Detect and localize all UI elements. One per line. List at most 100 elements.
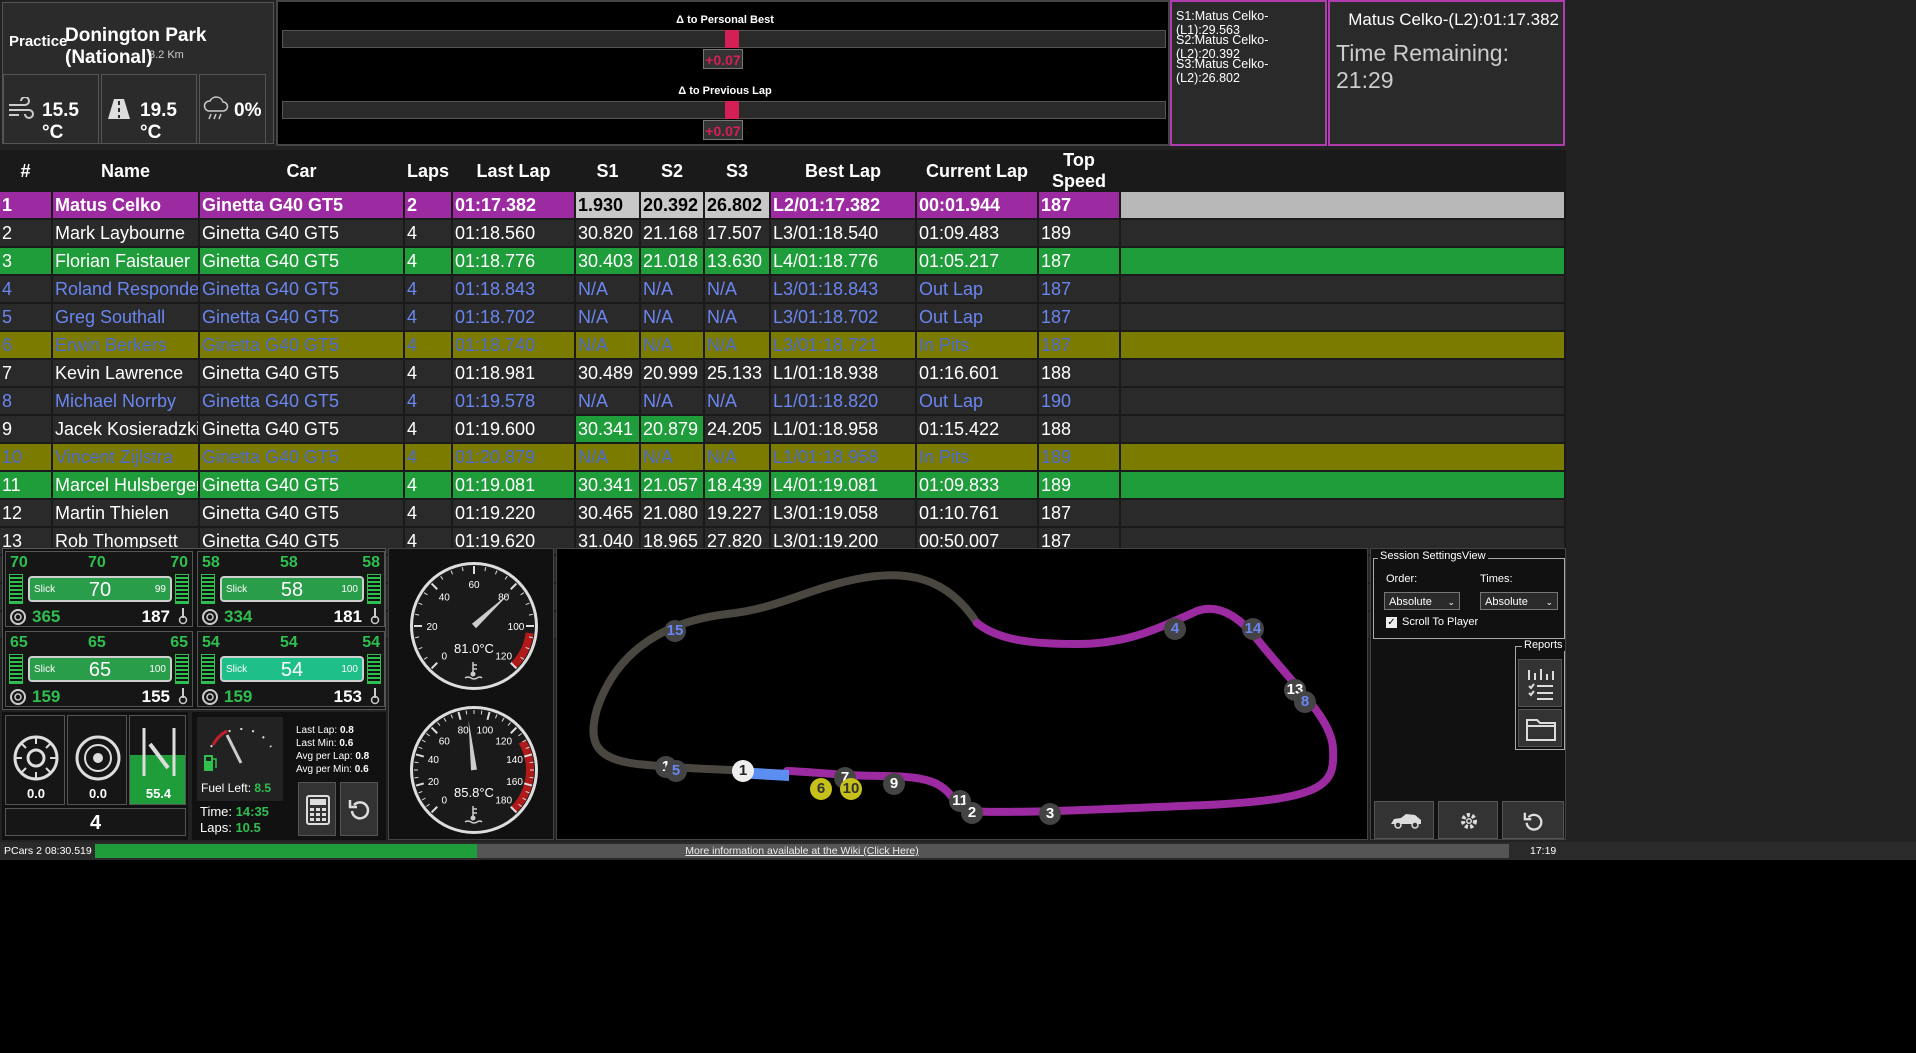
table-row[interactable]: 9 Jacek Kosieradzki Ginetta G40 GT5 4 01:19.… [0, 415, 1566, 444]
table-row[interactable]: 7 Kevin Lawrence Ginetta G40 GT5 4 01:18.981… [0, 359, 1566, 388]
column-header[interactable]: S3 [704, 150, 771, 192]
table-cell: 189 [1038, 471, 1121, 500]
table-cell: N/A [575, 331, 641, 360]
column-header[interactable]: Last Lap [452, 150, 576, 192]
bottom-filler [0, 860, 1916, 1053]
column-header[interactable]: # [0, 150, 53, 192]
reset-button[interactable] [1502, 801, 1564, 839]
fuel-avg-min-value: 0.6 [354, 764, 369, 775]
column-header[interactable]: Current Lap [916, 150, 1039, 192]
gauge-tick-label: 20 [426, 622, 438, 633]
fuel-avg-lap-label: Avg per Lap: [296, 751, 353, 762]
table-row[interactable]: 6 Erwin Berkers Ginetta G40 GT5 4 01:18.740 N… [0, 331, 1566, 360]
table-cell: 01:16.601 [916, 359, 1039, 388]
table-cell: 189 [1038, 219, 1121, 248]
table-row[interactable]: 12 Martin Thielen Ginetta G40 GT5 4 01:19.22… [0, 499, 1566, 528]
tyre-widget: 70 70 70 Slick 70 99 365 187 [5, 551, 193, 627]
column-header[interactable]: S2 [640, 150, 705, 192]
map-marker: 14 [1242, 618, 1264, 640]
column-header[interactable]: Best Lap [770, 150, 917, 192]
table-row[interactable]: 2 Mark Laybourne Ginetta G40 GT5 4 01:18.560… [0, 219, 1566, 248]
table-row[interactable]: 11 Marcel Hulsbergen Ginetta G40 GT5 4 01:19… [0, 471, 1566, 500]
gauge-tick-label: 100 [477, 725, 494, 736]
table-row-filler [1120, 275, 1566, 304]
fuel-last-lap: Last Lap: 0.8 [296, 724, 369, 737]
table-cell: 4 [0, 275, 53, 304]
table-cell: 30.341 [575, 415, 641, 444]
gauge-tick-label: 120 [495, 736, 512, 747]
air-temp-value: 15.5 °C [42, 100, 79, 143]
delta-pb-label: Δ to Personal Best [676, 14, 774, 26]
table-row[interactable]: 3 Florian Faistauer Ginetta G40 GT5 4 01:18.… [0, 247, 1566, 276]
table-cell: 01:18.560 [452, 219, 576, 248]
table-cell: 17.507 [704, 219, 771, 248]
table-cell: N/A [575, 275, 641, 304]
table-cell: Michael Norrby [52, 387, 200, 416]
table-row[interactable]: 1 Matus Celko Ginetta G40 GT5 2 01:17.382 1.9… [0, 192, 1566, 220]
tyre-tread-icon [9, 654, 23, 684]
fuel-calculator-button[interactable] [298, 782, 336, 836]
reports-chart-button[interactable] [1518, 659, 1562, 707]
table-cell: 4 [404, 443, 453, 472]
table-row[interactable]: 4 Roland Respondek Ginetta G40 GT5 4 01:18.8… [0, 275, 1566, 304]
column-header[interactable]: Laps [404, 150, 453, 192]
tyre-tread-icon [201, 574, 215, 604]
table-cell: Ginetta G40 GT5 [199, 387, 405, 416]
table-row[interactable]: 5 Greg Southall Ginetta G40 GT5 4 01:18.702 N… [0, 303, 1566, 332]
tyre-temp-inner: 54 [362, 634, 380, 651]
table-cell: 188 [1038, 359, 1121, 388]
column-header[interactable]: Name [52, 150, 200, 192]
brake-value: 0.0 [88, 786, 108, 801]
table-cell: In Pits [916, 331, 1039, 360]
table-cell: Greg Southall [52, 303, 200, 332]
car-settings-button[interactable] [1374, 801, 1434, 839]
table-cell: 01:18.981 [452, 359, 576, 388]
tyre-pressure: 365 [32, 607, 61, 626]
table-cell: 4 [404, 331, 453, 360]
table-row[interactable]: 8 Michael Norrby Ginetta G40 GT5 4 01:19.578… [0, 387, 1566, 416]
gauge-tick-label: 60 [468, 580, 480, 591]
table-cell: L3/01:18.702 [770, 303, 917, 332]
clutch-disc-icon [13, 735, 59, 781]
column-header[interactable]: Car [199, 150, 405, 192]
table-cell: 18.439 [704, 471, 771, 500]
tyre-pressure-icon [202, 609, 218, 625]
fuel-laps-value: 10.5 [235, 820, 261, 835]
map-marker: 2 [961, 802, 983, 824]
table-row-filler [1120, 471, 1566, 500]
gauge-tick-label: 140 [506, 755, 523, 766]
settings-button[interactable] [1438, 801, 1498, 839]
fuel-last-min-value: 0.6 [339, 738, 354, 749]
delta-pb-marker [725, 30, 739, 48]
table-cell: 187 [1038, 275, 1121, 304]
track-length: 3.2 Km [149, 49, 184, 61]
table-cell: 01:20.879 [452, 443, 576, 472]
table-cell: 21.168 [640, 219, 705, 248]
settings-area: Session SettingsView Order: Times: Absol… [1370, 548, 1566, 840]
reports-folder-button[interactable] [1518, 709, 1562, 747]
order-select[interactable]: Absolute ⌄ [1384, 592, 1460, 610]
table-cell: Ginetta G40 GT5 [199, 331, 405, 360]
map-marker: 15 [664, 620, 686, 642]
table-cell: 6 [0, 331, 53, 360]
table-cell: 8 [0, 387, 53, 416]
table-cell: Out Lap [916, 303, 1039, 332]
table-cell: Florian Faistauer [52, 247, 200, 276]
tyre-temp-middle: 65 [88, 634, 106, 651]
table-cell: 01:19.600 [452, 415, 576, 444]
times-select[interactable]: Absolute ⌄ [1480, 592, 1558, 610]
column-header[interactable]: Top Speed [1038, 150, 1121, 192]
fuel-left-value: 8.5 [254, 781, 272, 795]
table-cell: N/A [575, 387, 641, 416]
fuel-reset-button[interactable] [340, 782, 378, 836]
table-row[interactable]: 10 Vincent Zijlstra Ginetta G40 GT5 4 01:20.… [0, 443, 1566, 472]
gauge-tick-label: 40 [428, 755, 440, 766]
wiki-link[interactable]: More information available at the Wiki (… [95, 842, 1509, 860]
tyre-tread-icon [175, 574, 189, 604]
elapsed-time: 08:30.519 [45, 845, 92, 857]
scroll-to-player-checkbox[interactable]: ✓ [1386, 617, 1397, 628]
table-cell: Out Lap [916, 275, 1039, 304]
table-cell: N/A [640, 443, 705, 472]
table-row-filler [1120, 247, 1566, 276]
column-header[interactable]: S1 [575, 150, 641, 192]
